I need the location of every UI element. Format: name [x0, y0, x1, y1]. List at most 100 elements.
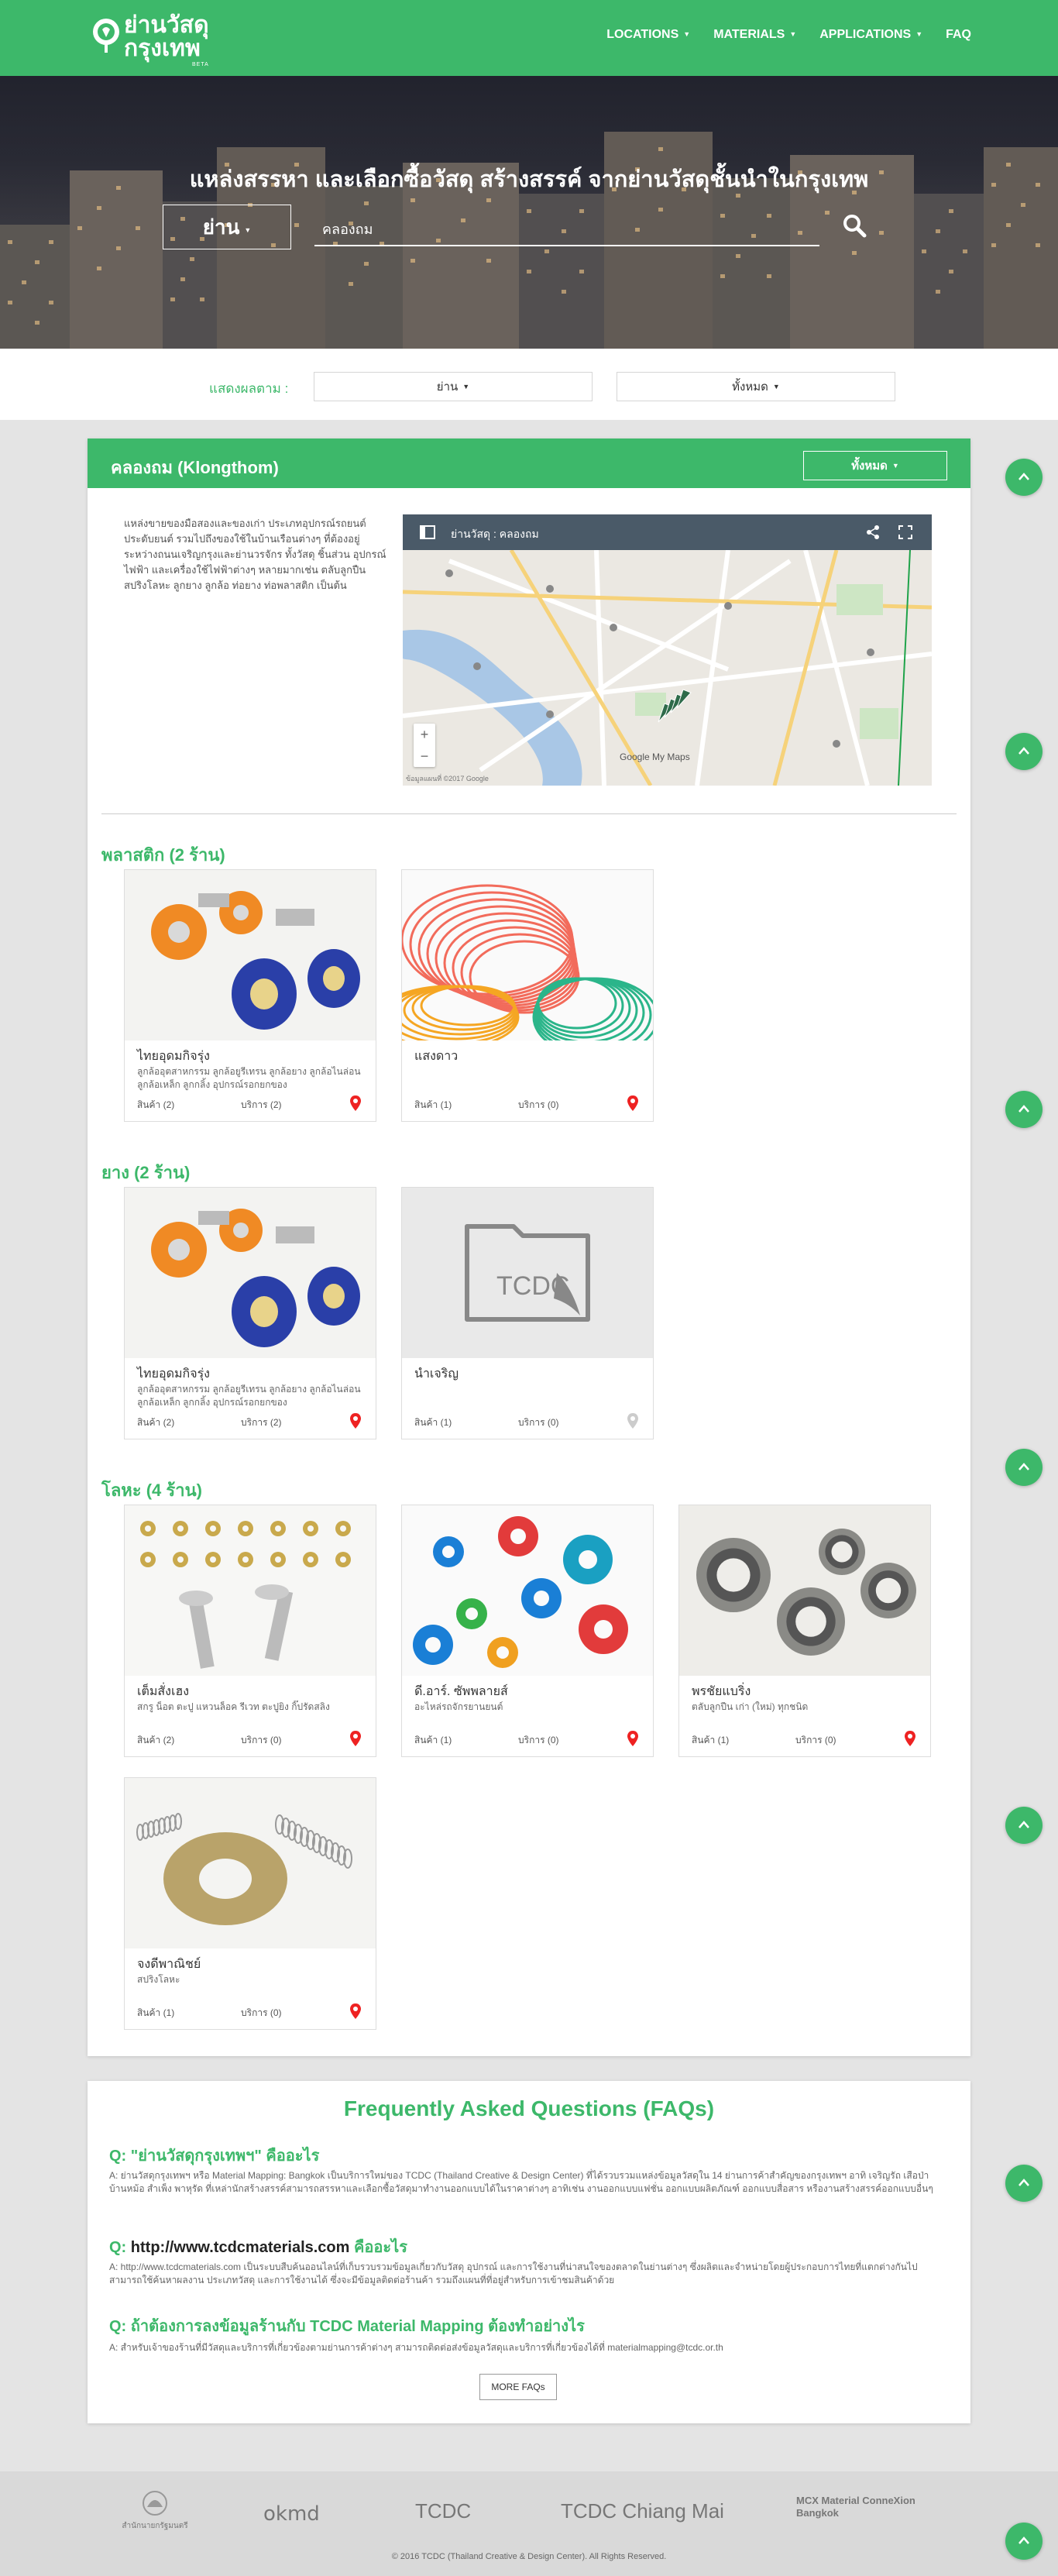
nav-item-materials[interactable]: MATERIALS ▼: [713, 28, 796, 42]
shop-card[interactable]: ไทยอุดมกิจรุ่ง ลูกล้ออุตสาหกรรม ลูกล้อยูร…: [124, 869, 376, 1122]
top-navbar: ย่านวัสดุ กรุงเทพ BETA LOCATIONS ▼ MATERIA…: [0, 0, 1058, 76]
springs-product-image: [125, 1778, 376, 1948]
shop-image: [402, 1505, 653, 1676]
category-filter-select[interactable]: ทั้งหมด ▼: [617, 372, 895, 401]
filter-bar: แสดงผลตาม : ย่าน ▼ ทั้งหมด ▼: [0, 349, 1058, 420]
shop-name[interactable]: เต็มสั่งเฮง: [137, 1682, 189, 1701]
more-faqs-button[interactable]: MORE FAQs: [479, 2374, 557, 2400]
window-light: [962, 249, 967, 253]
location-pin-icon[interactable]: [349, 1730, 362, 1747]
nav-item-locations[interactable]: LOCATIONS ▼: [606, 28, 690, 42]
window-light: [527, 270, 531, 273]
section-title: ยาง (2 ร้าน): [101, 1163, 191, 1182]
window-light: [48, 301, 53, 304]
map-zoom-control: + −: [414, 724, 435, 767]
zoom-in-button[interactable]: +: [414, 724, 435, 745]
window-light: [48, 240, 53, 244]
scroll-up-button[interactable]: [1005, 459, 1043, 496]
window-light: [879, 231, 884, 235]
area-filter-select[interactable]: ย่าน ▼: [314, 372, 593, 401]
faq-question[interactable]: Q: http://www.tcdcmaterials.com คืออะไร: [109, 2234, 407, 2259]
shop-image: [125, 1778, 376, 1948]
nav-item-faq[interactable]: FAQ: [946, 28, 971, 42]
search-icon[interactable]: [841, 212, 867, 239]
location-pin-icon[interactable]: [627, 1730, 639, 1747]
window-light: [294, 223, 299, 227]
shop-tags: ตลับลูกปืน เก่า (ใหม่) ทุกชนิด: [692, 1701, 809, 1712]
faq-question[interactable]: Q: ถ้าต้องการลงข้อมูลร้านกับ TCDC Materi…: [109, 2313, 585, 2338]
scroll-up-button[interactable]: [1005, 2165, 1043, 2202]
tcdc-logo[interactable]: TCDC: [415, 2499, 471, 2523]
district-category-label: ทั้งหมด: [851, 459, 888, 473]
shop-card[interactable]: จงดีพาณิชย์ สปริงโลหะ สินค้า (1) บริการ (0): [124, 1777, 376, 2030]
window-light: [1021, 203, 1025, 207]
shop-name[interactable]: แสงดาว: [414, 1047, 458, 1066]
scroll-up-button[interactable]: [1005, 1449, 1043, 1486]
washers-product-image: [402, 1505, 653, 1676]
chevron-up-icon: [1018, 747, 1029, 755]
shop-name[interactable]: ดี.อาร์. ซัพพลายส์: [414, 1682, 508, 1701]
shop-card[interactable]: ไทยอุดมกิจรุ่ง ลูกล้ออุตสาหกรรม ลูกล้อยูร…: [124, 1187, 376, 1439]
shop-tags: [414, 1065, 641, 1092]
government-seal-icon: [143, 2491, 167, 2516]
shop-card[interactable]: แสงดาว สินค้า (1) บริการ (0): [401, 869, 654, 1122]
location-pin-icon[interactable]: [349, 1412, 362, 1429]
map-copyright: ข้อมูลแผนที่ ©2017 Google: [406, 775, 489, 782]
chevron-down-icon: ▼: [772, 383, 780, 390]
bearings-product-image: [679, 1505, 930, 1676]
prime-minister-office-logo[interactable]: สำนักนายกรัฐมนตรี: [108, 2490, 201, 2532]
faq-question-suffix: ถ้าต้องการลงข้อมูลร้านกับ TCDC Material …: [130, 2318, 585, 2335]
district-title: คลองถม (Klongthom): [111, 458, 279, 477]
district-category-dropdown[interactable]: ทั้งหมด ▼: [803, 451, 947, 480]
tcdc-chiang-mai-logo[interactable]: TCDC Chiang Mai: [561, 2499, 724, 2523]
location-pin-icon[interactable]: [627, 1412, 639, 1429]
shop-card[interactable]: TCDC นำเจริญ สินค้า (1) บริการ (0): [401, 1187, 654, 1439]
window-light: [364, 201, 369, 205]
shop-name[interactable]: ไทยอุดมกิจรุ่ง: [137, 1364, 210, 1384]
window-light: [658, 147, 663, 151]
location-pin-icon[interactable]: [349, 1095, 362, 1112]
main-menu: LOCATIONS ▼ MATERIALS ▼ APPLICATIONS ▼ FAQ: [606, 28, 971, 42]
shop-name[interactable]: จงดีพาณิชย์: [137, 1955, 201, 1974]
shop-card[interactable]: ดี.อาร์. ซัพพลายส์ อะไหล่รถจักรยานยนต์ สิน…: [401, 1505, 654, 1757]
location-pin-icon[interactable]: [904, 1730, 916, 1747]
window-light: [562, 290, 566, 294]
shop-tags: ลูกล้ออุตสาหกรรม ลูกล้อยูรีเทรน ลูกล้อยา…: [137, 1384, 361, 1408]
site-logo[interactable]: ย่านวัสดุ กรุงเทพ BETA: [91, 14, 223, 67]
building: [325, 186, 403, 349]
scroll-up-button[interactable]: [1005, 1091, 1043, 1128]
zoom-out-button[interactable]: −: [414, 745, 435, 767]
faq-question-link[interactable]: http://www.tcdcmaterials.com: [131, 2239, 350, 2256]
window-light: [544, 249, 549, 253]
category-filter-value: ทั้งหมด: [732, 380, 768, 394]
window-light: [410, 259, 415, 263]
area-dropdown-button[interactable]: ย่าน ▼: [163, 205, 291, 249]
location-pin-icon[interactable]: [349, 2003, 362, 2020]
material-connexion-logo[interactable]: MCX Material ConneXion Bangkok: [796, 2495, 943, 2519]
fullscreen-icon[interactable]: [898, 525, 912, 539]
shop-card[interactable]: เต็มสั่งเฮง สกรู น็อต ตะปู แหวนล็อค รีเวท…: [124, 1505, 376, 1757]
scroll-up-button[interactable]: [1005, 733, 1043, 770]
casters-product-image: [125, 870, 376, 1040]
scroll-up-button[interactable]: [1005, 1807, 1043, 1844]
okmd-logo[interactable]: okmd: [263, 2502, 320, 2526]
sidebar-toggle-icon[interactable]: [420, 525, 435, 539]
shop-tags: สกรู น็อต ตะปู แหวนล็อค รีเวท ตะปูยิง กิ…: [137, 1701, 330, 1712]
faq-question-link[interactable]: "ย่านวัสดุกรุงเทพฯ": [131, 2148, 262, 2165]
shop-name[interactable]: พรชัยแบริ่ง: [692, 1682, 751, 1701]
casters-product-image: [125, 1188, 376, 1358]
nav-item-label: FAQ: [946, 28, 971, 41]
chevron-up-icon: [1018, 2536, 1029, 2544]
chevron-up-icon: [1018, 1821, 1029, 1828]
scroll-up-button[interactable]: [1005, 2523, 1043, 2560]
shop-name[interactable]: นำเจริญ: [414, 1364, 459, 1384]
shop-service-count: บริการ (0): [518, 1099, 559, 1110]
share-icon[interactable]: [866, 525, 880, 539]
faq-question[interactable]: Q: "ย่านวัสดุกรุงเทพฯ" คืออะไร: [109, 2143, 319, 2168]
district-map[interactable]: ย่านวัสดุ : คลองถม + − Google My Maps ข้…: [403, 514, 932, 786]
shop-card[interactable]: พรชัยแบริ่ง ตลับลูกปืน เก่า (ใหม่) ทุกชนิ…: [678, 1505, 931, 1757]
nav-item-applications[interactable]: APPLICATIONS ▼: [819, 28, 922, 42]
search-input[interactable]: [314, 212, 819, 246]
shop-name[interactable]: ไทยอุดมกิจรุ่ง: [137, 1047, 210, 1066]
location-pin-icon[interactable]: [627, 1095, 639, 1112]
